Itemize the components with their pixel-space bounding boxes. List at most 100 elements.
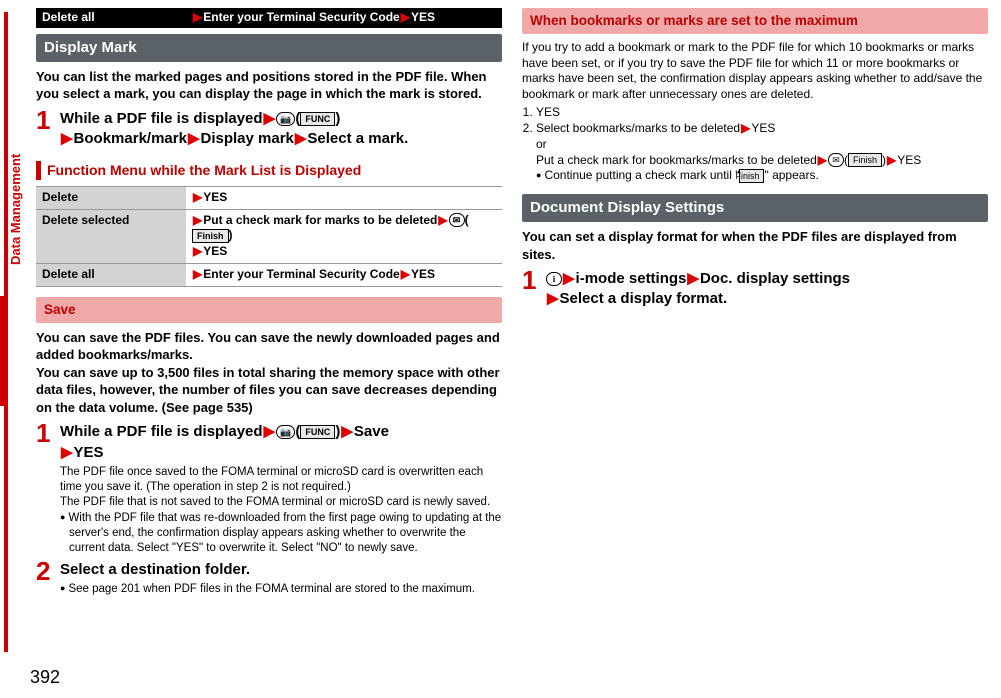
save-step2: 2 Select a destination folder. See page … <box>36 558 502 597</box>
li-text: Select bookmarks/marks to be deleted <box>536 121 740 135</box>
doc-display-step1-title: i▶i-mode settings▶Doc. display settings▶… <box>546 269 988 310</box>
bullet-item: Continue putting a check mark until "Fin… <box>536 168 988 184</box>
arrow-icon: ▶ <box>263 423 277 440</box>
row-text: YES <box>203 244 227 258</box>
finish-softkey-icon: Finish <box>848 153 882 167</box>
top-bar-label: Delete all <box>42 10 192 26</box>
doc-display-body: You can set a display format for when th… <box>522 228 988 263</box>
table-row: Delete selected ▶Put a check mark for ma… <box>36 209 502 263</box>
li-text: YES <box>897 153 921 167</box>
heading-doc-display: Document Display Settings <box>522 194 988 222</box>
top-delete-all-bar: Delete all ▶Enter your Terminal Security… <box>36 8 502 28</box>
arrow-icon: ▶ <box>294 130 308 147</box>
bullet-text: Continue putting a check mark until " <box>544 168 739 182</box>
display-mark-body: You can list the marked pages and positi… <box>36 68 502 103</box>
arrow-icon: ▶ <box>437 213 448 227</box>
step-text: Select a display format. <box>560 290 728 307</box>
camera-key-icon: 📷 <box>276 112 295 126</box>
top-bar-value: ▶Enter your Terminal Security Code▶YES <box>192 10 496 26</box>
desc-line: The PDF file once saved to the FOMA term… <box>60 466 483 493</box>
save-step1-bullets: With the PDF file that was re-downloaded… <box>60 511 502 556</box>
li-text: Put a check mark for bookmarks/marks to … <box>536 153 817 167</box>
step-number-2: 2 <box>36 558 60 597</box>
save-step1-desc: The PDF file once saved to the FOMA term… <box>60 465 502 556</box>
heading-function-menu: Function Menu while the Mark List is Dis… <box>36 161 502 179</box>
save-step1: 1 While a PDF file is displayed▶📷(FUNC)▶… <box>36 420 502 555</box>
display-mark-step1-title: While a PDF file is displayed▶📷(FUNC) ▶B… <box>60 109 502 150</box>
row-value: ▶Enter your Terminal Security Code▶YES <box>186 264 502 287</box>
table-row: Delete ▶YES <box>36 186 502 209</box>
arrow-icon: ▶ <box>60 444 74 461</box>
maximum-bullets: Continue putting a check mark until "Fin… <box>536 168 988 184</box>
right-column: When bookmarks or marks are set to the m… <box>522 8 988 599</box>
i-key-icon: i <box>546 272 562 286</box>
list-item: Select bookmarks/marks to be deleted▶YES… <box>536 121 988 184</box>
row-label: Delete <box>36 186 186 209</box>
finish-softkey-icon: Finish <box>192 229 229 243</box>
step-text: While a PDF file is displayed <box>60 110 263 127</box>
list-item: YES <box>536 105 988 121</box>
mail-key-icon: ✉ <box>449 213 465 227</box>
save-step2-title: Select a destination folder. <box>60 560 502 580</box>
step-text: Bookmark/mark <box>74 130 187 147</box>
doc-display-step1: 1 i▶i-mode settings▶Doc. display setting… <box>522 267 988 310</box>
row-label: Delete selected <box>36 209 186 263</box>
li-text: YES <box>751 121 775 135</box>
arrow-icon: ▶ <box>192 244 203 258</box>
save-step2-bullets: See page 201 when PDF files in the FOMA … <box>60 582 502 597</box>
maximum-steps: YES Select bookmarks/marks to be deleted… <box>522 105 988 184</box>
save-step2-desc: See page 201 when PDF files in the FOMA … <box>60 582 502 597</box>
arrow-icon: ▶ <box>886 153 897 167</box>
step-text: Save <box>354 423 389 440</box>
arrow-icon: ▶ <box>192 10 203 24</box>
save-body: You can save the PDF files. You can save… <box>36 329 502 417</box>
function-menu-table: Delete ▶YES Delete selected ▶Put a check… <box>36 186 502 287</box>
heading-save: Save <box>36 297 502 323</box>
bullet-item: With the PDF file that was re-downloaded… <box>60 511 502 556</box>
row-value: ▶Put a check mark for marks to be delete… <box>186 209 502 263</box>
arrow-icon: ▶ <box>192 213 203 227</box>
bullet-item: See page 201 when PDF files in the FOMA … <box>60 582 502 597</box>
desc-line: The PDF file that is not saved to the FO… <box>60 496 490 508</box>
finish-softkey-icon: Finish <box>739 169 764 183</box>
top-bar-yes: YES <box>411 10 435 24</box>
heading-display-mark: Display Mark <box>36 34 502 62</box>
arrow-icon: ▶ <box>340 423 354 440</box>
step-text: Select a mark. <box>307 130 408 147</box>
func-softkey-icon: FUNC <box>300 425 335 439</box>
arrow-icon: ▶ <box>187 130 201 147</box>
step-text: Display mark <box>200 130 293 147</box>
save-step1-title: While a PDF file is displayed▶📷(FUNC)▶Sa… <box>60 422 502 463</box>
step-number-1: 1 <box>36 420 60 555</box>
arrow-icon: ▶ <box>263 110 277 127</box>
arrow-icon: ▶ <box>740 121 751 135</box>
step-text: While a PDF file is displayed <box>60 423 263 440</box>
arrow-icon: ▶ <box>192 190 203 204</box>
row-label: Delete all <box>36 264 186 287</box>
top-bar-text: Enter your Terminal Security Code <box>203 10 400 24</box>
step-text: YES <box>74 444 104 461</box>
arrow-icon: ▶ <box>60 130 74 147</box>
arrow-icon: ▶ <box>400 10 411 24</box>
step-text: i-mode settings <box>576 270 687 287</box>
arrow-icon: ▶ <box>192 267 203 281</box>
func-softkey-icon: FUNC <box>300 112 335 126</box>
arrow-icon: ▶ <box>546 290 560 307</box>
function-menu-heading-text: Function Menu while the Mark List is Dis… <box>47 162 361 178</box>
step-text: Doc. display settings <box>700 270 850 287</box>
arrow-icon: ▶ <box>562 270 576 287</box>
li-text: or <box>536 137 547 151</box>
mail-key-icon: ✉ <box>828 153 844 167</box>
row-text: Put a check mark for marks to be deleted <box>203 213 437 227</box>
bullet-text: " appears. <box>764 168 818 182</box>
row-text: YES <box>411 267 435 281</box>
row-value: ▶YES <box>186 186 502 209</box>
table-row: Delete all ▶Enter your Terminal Security… <box>36 264 502 287</box>
side-marker <box>0 296 8 406</box>
page-number: 392 <box>30 667 60 688</box>
left-column: Delete all ▶Enter your Terminal Security… <box>36 8 502 599</box>
side-tab: Data Management <box>8 154 23 265</box>
row-text: Enter your Terminal Security Code <box>203 267 400 281</box>
arrow-icon: ▶ <box>400 267 411 281</box>
arrow-icon: ▶ <box>817 153 828 167</box>
